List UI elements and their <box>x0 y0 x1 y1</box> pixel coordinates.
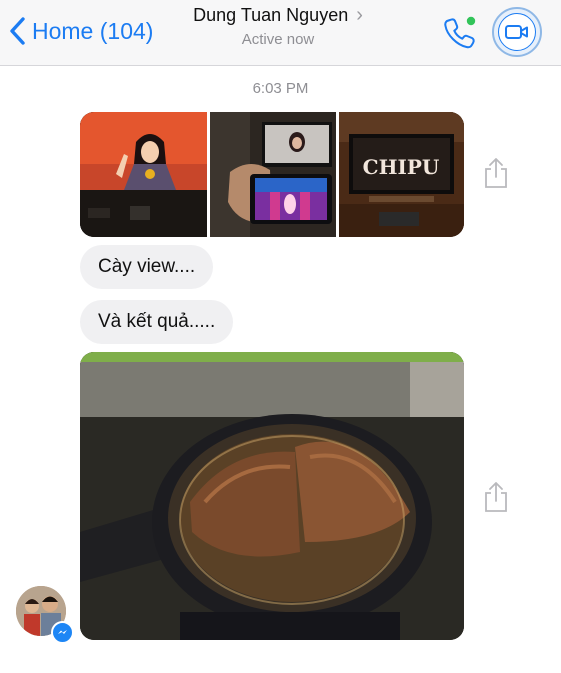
share-icon-graphic <box>485 158 507 188</box>
video-call-button[interactable] <box>492 7 542 57</box>
photo-image <box>80 352 464 640</box>
message-bubble[interactable]: Cày view.... <box>80 245 214 289</box>
phone-icon <box>444 16 476 49</box>
messenger-badge-icon <box>51 621 74 644</box>
chevron-left-icon <box>10 17 25 45</box>
chipu-text: CHIPU <box>363 155 440 179</box>
share-icon[interactable] <box>482 481 510 513</box>
photo-image <box>210 112 336 237</box>
back-button[interactable]: Home (104) <box>8 12 153 50</box>
video-camera-icon <box>505 25 528 39</box>
photo-image: CHIPU <box>339 112 464 237</box>
voice-call-button[interactable] <box>440 12 480 52</box>
photo-group[interactable]: CHIPU <box>80 112 464 237</box>
phone-filming-tv-photo[interactable] <box>210 112 336 237</box>
chevron-right-icon: › <box>356 4 363 26</box>
message-bubble[interactable]: Và kết quả..... <box>80 300 234 344</box>
contact-name: Dung Tuan Nguyen <box>193 5 349 25</box>
share-icon[interactable] <box>482 157 510 189</box>
online-dot <box>466 16 476 26</box>
back-label: Home (104) <box>32 17 154 44</box>
conversation-header: Home (104) Dung Tuan Nguyen › Active now <box>0 0 561 66</box>
tv-chipu-photo[interactable]: CHIPU <box>339 112 464 237</box>
contact-title[interactable]: Dung Tuan Nguyen › Active now <box>178 4 378 48</box>
message-timestamp: 6:03 PM <box>252 80 309 97</box>
active-status: Active now <box>241 31 315 48</box>
tv-singer-photo[interactable] <box>80 112 207 237</box>
share-icon-graphic <box>485 482 507 512</box>
fried-fish-in-pan-photo[interactable] <box>80 352 464 640</box>
photo-image <box>80 112 207 237</box>
messenger-bolt-icon <box>58 630 67 634</box>
